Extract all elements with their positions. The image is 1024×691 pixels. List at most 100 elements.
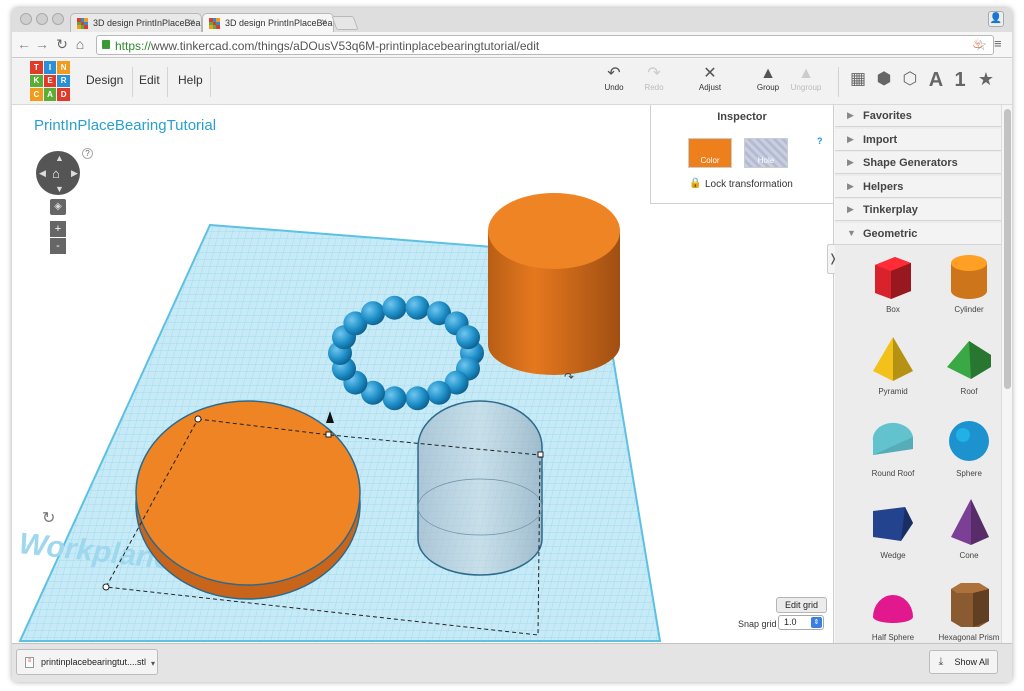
hole-swatch[interactable]: Hole [744,138,788,168]
close-window-button[interactable] [20,13,32,25]
3d-canvas[interactable]: Workplane ↻ ↷ PrintInPlaceBearingTutoria… [12,105,834,643]
download-bar: ≡ printinplacebearingtut....stl ▾ ⤓ Show… [12,643,1012,682]
cone-shape-icon [951,499,989,545]
tab-close-icon[interactable]: × [321,17,327,28]
pan-down-icon[interactable]: ▼ [55,184,64,194]
user-profile-icon[interactable]: 👤 [988,11,1004,27]
show-all-downloads-button[interactable]: ⤓ Show All [929,650,998,674]
divider [210,67,211,97]
browser-tab-2[interactable]: 3D design PrintInPlaceBear × [202,13,334,33]
sphere-shape-icon [949,421,989,461]
divider [132,67,133,97]
shape-label: Cylinder [954,305,984,314]
adjust-tools-icon: ✕ [703,65,717,82]
shape-label: Hexagonal Prism [938,633,1000,642]
home-icon[interactable]: ⌂ [72,36,88,52]
minimize-window-button[interactable] [36,13,48,25]
edit-grid-button[interactable]: Edit grid [776,597,828,613]
download-item[interactable]: ≡ printinplacebearingtut....stl ▾ [16,649,158,675]
download-icon: ⤓ [938,656,944,668]
scrollbar-thumb[interactable] [1004,109,1011,389]
shape-cone[interactable]: Cone [931,497,1007,560]
ungroup-button[interactable]: ▲ Ungroup [788,65,824,92]
forward-icon[interactable]: → [34,36,50,52]
undo-button[interactable]: ↶ Undo [596,65,632,92]
app-header: TINKERCAD Design Edit Help ↶ Undo ↷ Redo… [12,59,1012,105]
inspector-help-icon[interactable]: ? [817,136,823,146]
text-view-icon[interactable]: A [924,69,948,92]
address-bar[interactable]: https://www.tinkercad.com/things/aDOusV5… [96,35,994,55]
shape-hexagonal-prism[interactable]: Hexagonal Prism [931,579,1007,642]
shape-sphere[interactable]: Sphere [931,415,1007,478]
grid-view-icon[interactable]: ▦ [846,69,870,89]
browser-menu-icon[interactable]: ≡ [994,36,1002,51]
color-swatch[interactable]: Color [688,138,732,168]
rotate-handle-icon[interactable]: ↷ [564,370,574,384]
navigation-help-icon[interactable]: ? [82,148,93,159]
zoom-out-button[interactable]: - [50,238,66,254]
lock-transformation-label[interactable]: Lock transformation [705,179,793,190]
shape-label: Wedge [880,551,906,560]
sidebar-category[interactable]: ▶ Favorites [835,105,1001,127]
home-view-icon[interactable]: ⌂ [52,166,60,181]
adjust-button[interactable]: ✕ Adjust [692,65,728,92]
caret-right-icon: ▶ [847,180,854,191]
selection-handle[interactable] [325,431,332,438]
shape-label: Roof [960,387,978,396]
lock-icon[interactable]: 🔒 [689,178,701,189]
menu-help[interactable]: Help [178,73,203,87]
shape-cylinder[interactable]: Cylinder [931,251,1007,314]
pan-left-icon[interactable]: ◀ [39,168,46,179]
shape-wedge[interactable]: Wedge [855,497,931,560]
shape-roof[interactable]: Roof [931,333,1007,396]
shape-box[interactable]: Box [855,251,931,314]
wedge-shape-icon [873,507,913,541]
number-view-icon[interactable]: 1 [948,69,972,92]
pan-right-icon[interactable]: ▶ [71,168,78,179]
selection-handle[interactable] [102,583,110,591]
view-navigation-pad[interactable]: ▲ ▼ ◀ ▶ ⌂ [36,151,80,195]
back-icon[interactable]: ← [16,36,32,52]
chevron-down-icon[interactable]: ▾ [151,659,155,668]
menu-design[interactable]: Design [86,73,123,87]
project-title[interactable]: PrintInPlaceBearingTutorial [34,117,216,134]
view-cube-icon[interactable]: ◈ [50,199,66,215]
shape-label: Cone [959,551,979,560]
orange-cylinder[interactable] [488,193,620,375]
undo-icon: ↶ [607,65,621,82]
extension-flame-icon[interactable]: ♨ [972,36,984,52]
tab-close-icon[interactable]: × [189,17,195,28]
pan-up-icon[interactable]: ▲ [55,153,64,163]
sidebar-category[interactable]: ▶ Tinkerplay [835,199,1001,221]
shape-half-sphere[interactable]: Half Sphere [855,579,931,642]
reload-icon[interactable]: ↻ [54,36,70,53]
zoom-in-button[interactable]: + [50,221,66,237]
new-tab-button[interactable] [331,16,359,30]
sidebar-category[interactable]: ▶ Shape Generators [835,152,1001,174]
sidebar-category[interactable]: ▼ Geometric [835,222,1001,245]
wireframe-view-icon[interactable]: ⬡ [898,69,922,89]
zoom-window-button[interactable] [52,13,64,25]
sidebar-category-label: Helpers [863,180,904,193]
tab-strip: 3D design PrintInPlaceBear × 3D design P… [12,8,1012,33]
menu-edit[interactable]: Edit [139,73,160,87]
hole-cylinder[interactable] [417,400,543,576]
tinkercad-logo[interactable]: TIN KER CAD [30,61,70,101]
orange-disc[interactable] [135,400,361,600]
selection-handle[interactable] [194,415,202,423]
tinkercad-favicon-icon [209,18,220,29]
shape-pyramid[interactable]: Pyramid [855,333,931,396]
solid-view-icon[interactable]: ⬢ [872,69,896,89]
selection-handle[interactable] [537,451,544,458]
sidebar-category[interactable]: ▶ Helpers [835,175,1001,198]
snap-grid-select[interactable]: 1.0 ⇕ [778,615,824,630]
rotate-view-icon[interactable]: ↻ [42,510,55,527]
shape-round-roof[interactable]: Round Roof [855,415,931,478]
browser-tab-1[interactable]: 3D design PrintInPlaceBear × [70,13,202,33]
sidebar-category[interactable]: ▶ Import [835,128,1001,151]
redo-button[interactable]: ↷ Redo [636,65,672,92]
group-button[interactable]: ▲ Group [750,65,786,92]
sidebar-scrollbar[interactable] [1001,105,1012,643]
star-view-icon[interactable]: ★ [974,69,998,90]
half-sphere-shape-icon [873,595,913,623]
